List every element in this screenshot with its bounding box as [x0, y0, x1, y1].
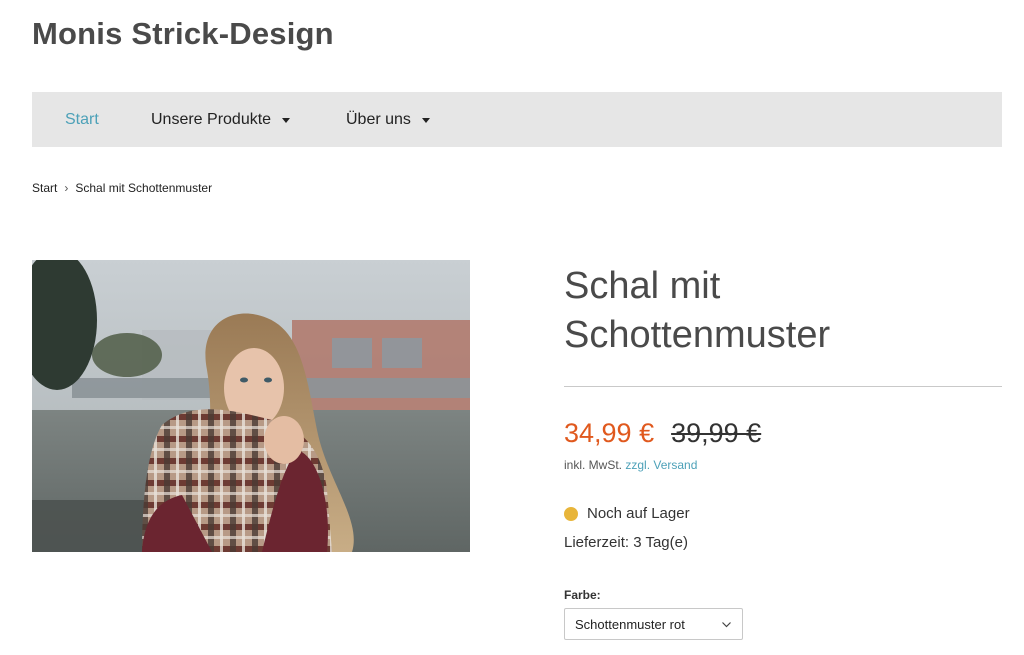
divider [564, 386, 1002, 387]
color-label: Farbe: [564, 588, 601, 602]
chevron-down-icon [722, 622, 731, 628]
shipping-link[interactable]: zzgl. Versand [625, 458, 697, 472]
breadcrumb-home-link[interactable]: Start [32, 181, 57, 195]
nav-item-label: Start [65, 110, 99, 128]
stock-indicator-icon [564, 506, 578, 521]
delivery-time: Lieferzeit: 3 Tag(e) [564, 534, 688, 551]
color-select[interactable]: Schottenmuster rot [564, 608, 743, 640]
product-image[interactable] [32, 260, 470, 552]
color-select-value: Schottenmuster rot [575, 616, 685, 632]
chevron-right-icon: › [64, 181, 69, 195]
nav-item-about[interactable]: Über uns [346, 111, 430, 129]
nav-item-products[interactable]: Unsere Produkte [151, 110, 291, 129]
price-row: 34,99 € 39,99 € [564, 418, 761, 449]
product-photo-icon [32, 260, 470, 552]
stock-text: Noch auf Lager [587, 505, 690, 522]
site-title[interactable]: Monis Strick-Design [32, 16, 334, 52]
caret-down-icon [421, 118, 430, 123]
nav-item-label: Unsere Produkte [151, 110, 272, 128]
stock-status: Noch auf Lager [564, 505, 690, 522]
caret-down-icon [282, 118, 291, 123]
product-title: Schal mit Schottenmuster [564, 265, 831, 356]
breadcrumb-current: Schal mit Schottenmuster [75, 181, 213, 195]
tax-text: inkl. MwSt. [564, 458, 623, 472]
main-navigation: Start Unsere Produkte Über uns [32, 92, 1002, 147]
nav-item-label: Über uns [346, 110, 411, 128]
breadcrumb: Start › Schal mit Schottenmuster [32, 181, 212, 195]
old-price: 39,99 € [671, 418, 762, 448]
current-price: 34,99 € [564, 418, 655, 448]
nav-item-start[interactable]: Start [65, 111, 99, 129]
tax-note: inkl. MwSt. zzgl. Versand [564, 458, 697, 472]
